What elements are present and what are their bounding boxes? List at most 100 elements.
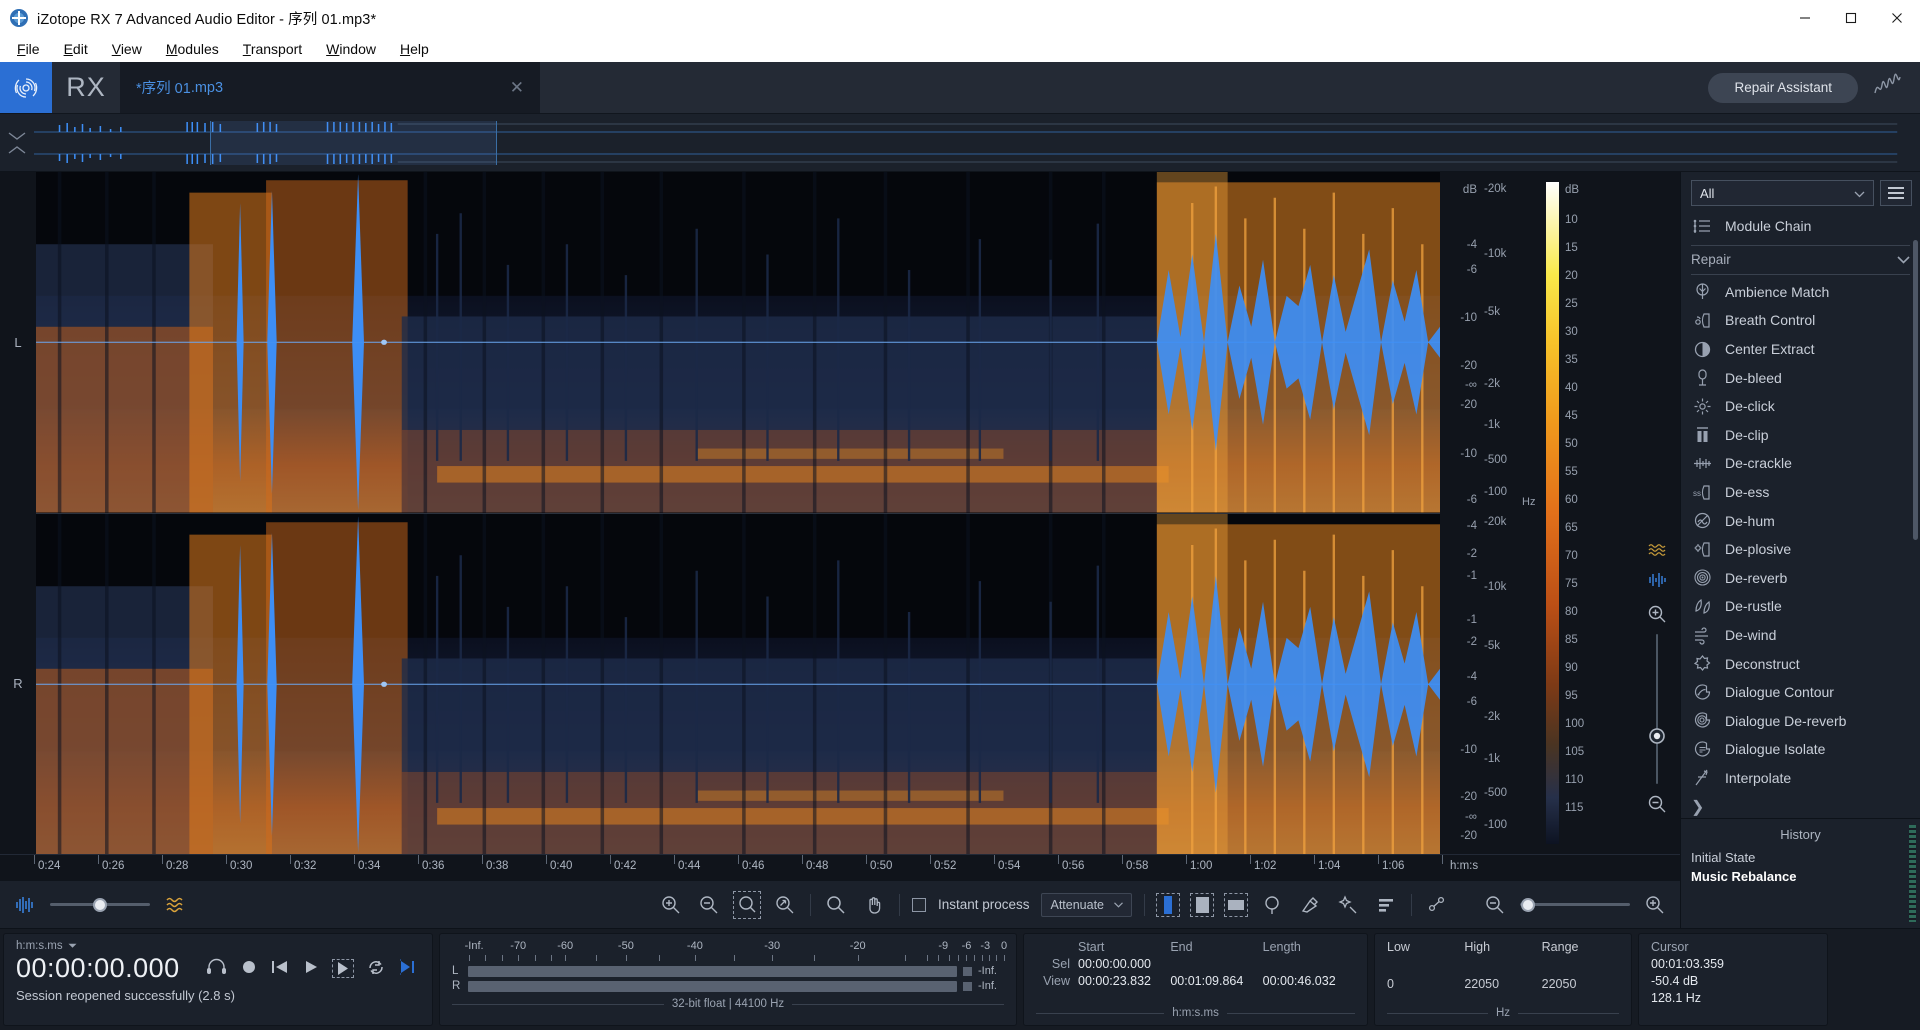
- sidebar-item-dialogue-de-reverb[interactable]: Dialogue De-reverb: [1691, 707, 1920, 736]
- record-button[interactable]: [241, 959, 257, 978]
- blend-slider-knob[interactable]: [93, 897, 107, 912]
- brush-selection-tool-icon[interactable]: [1297, 892, 1323, 918]
- sidebar-item-de-hum[interactable]: De-hum: [1691, 506, 1920, 535]
- waveform-view-icon[interactable]: [1647, 572, 1667, 591]
- selection-length[interactable]: [1263, 957, 1355, 971]
- spectrogram-right[interactable]: [36, 512, 1440, 854]
- menu-window[interactable]: Window: [315, 39, 387, 59]
- spectrogram-left[interactable]: [36, 172, 1440, 513]
- playhead-time[interactable]: 00:00:00.000: [16, 953, 180, 984]
- pen-tool-icon[interactable]: [1424, 892, 1450, 918]
- selection-start[interactable]: 00:00:00.000: [1078, 957, 1170, 971]
- collapse-overview-button[interactable]: [0, 131, 34, 154]
- time-ruler[interactable]: 0:24 0:26 0:28 0:30 0:32 0:34 0:36 0:38 …: [0, 854, 1680, 880]
- process-mode-dropdown[interactable]: Attenuate: [1041, 892, 1132, 917]
- menu-view[interactable]: View: [101, 39, 153, 59]
- assistant-squiggle-icon[interactable]: [1872, 73, 1906, 102]
- overview-strip[interactable]: [0, 114, 1920, 172]
- freq-high[interactable]: 22050: [1464, 977, 1541, 991]
- sidebar-item-deconstruct[interactable]: Deconstruct: [1691, 649, 1920, 678]
- sidebar-item-de-bleed[interactable]: De-bleed: [1691, 363, 1920, 392]
- document-tab[interactable]: *序列 01 .mp3 ✕: [120, 62, 540, 113]
- magic-wand-tool-icon[interactable]: [1335, 892, 1361, 918]
- sidebar-scrollbar[interactable]: [1913, 240, 1918, 540]
- vertical-zoom-slider-knob[interactable]: [1648, 727, 1666, 748]
- repair-assistant-button[interactable]: Repair Assistant: [1708, 72, 1858, 103]
- loop-button[interactable]: [367, 959, 385, 979]
- horizontal-zoom-out-icon[interactable]: [1482, 892, 1508, 918]
- horizontal-zoom-slider[interactable]: [1520, 897, 1630, 912]
- sidebar-item-de-plosive[interactable]: De-plosive: [1691, 535, 1920, 564]
- view-start[interactable]: 00:00:23.832: [1078, 974, 1170, 988]
- sidebar-item-breath-control[interactable]: Breath Control: [1691, 306, 1920, 335]
- module-group-repair[interactable]: Repair: [1691, 244, 1910, 275]
- sidebar-item-interpolate[interactable]: Interpolate: [1691, 764, 1920, 793]
- horizontal-zoom-slider-knob[interactable]: [1521, 897, 1535, 912]
- rewind-to-start-button[interactable]: [271, 959, 289, 978]
- menu-edit[interactable]: Edit: [53, 39, 99, 59]
- overview-selection-range[interactable]: [210, 120, 498, 165]
- sidebar-item-de-click[interactable]: De-click: [1691, 392, 1920, 421]
- play-button[interactable]: [303, 959, 319, 978]
- zoom-to-selection-icon[interactable]: [732, 890, 761, 919]
- sidebar-item-de-crackle[interactable]: De-crackle: [1691, 449, 1920, 478]
- sidebar-item-de-clip[interactable]: De-clip: [1691, 421, 1920, 450]
- level-selection-tool-icon[interactable]: [1373, 892, 1399, 918]
- blend-slider[interactable]: [50, 897, 150, 912]
- play-selection-button[interactable]: [331, 959, 354, 978]
- horizontal-zoom-in-icon[interactable]: [1642, 892, 1668, 918]
- hand-tool-icon[interactable]: [861, 892, 887, 918]
- close-button[interactable]: [1874, 0, 1920, 36]
- minimize-button[interactable]: [1782, 0, 1828, 36]
- zoom-out-vertical-icon[interactable]: [1647, 794, 1667, 817]
- waveform-icon[interactable]: [12, 892, 38, 918]
- magnifier-tool-icon[interactable]: [823, 892, 849, 918]
- frequency-selection-tool-icon[interactable]: [1224, 892, 1248, 917]
- view-length[interactable]: 00:00:46.032: [1263, 974, 1355, 988]
- menu-modules[interactable]: Modules: [155, 39, 230, 59]
- overview-waveform[interactable]: [34, 120, 1910, 165]
- spectrogram-icon[interactable]: [162, 892, 188, 918]
- sidebar-item-dialogue-isolate[interactable]: Dialogue Isolate: [1691, 735, 1920, 764]
- freq-low[interactable]: 0: [1387, 977, 1464, 991]
- sidebar-item-de-reverb[interactable]: De-reverb: [1691, 564, 1920, 593]
- rect-selection-tool-icon[interactable]: [1190, 892, 1214, 917]
- view-end[interactable]: 00:01:09.864: [1170, 974, 1262, 988]
- clip-indicator-left[interactable]: [963, 966, 972, 976]
- freq-range[interactable]: 22050: [1542, 977, 1619, 991]
- zoom-in-vertical-icon[interactable]: [1647, 604, 1667, 627]
- hamburger-icon[interactable]: [1880, 180, 1912, 206]
- instant-process-checkbox[interactable]: [911, 897, 926, 912]
- meter-scale-tick: -Inf.: [464, 940, 484, 952]
- sidebar-item-dialogue-contour[interactable]: Dialogue Contour: [1691, 678, 1920, 707]
- sidebar-item-module-chain[interactable]: Module Chain: [1691, 212, 1920, 241]
- spectrogram-stack[interactable]: [36, 172, 1440, 854]
- lasso-selection-tool-icon[interactable]: [1259, 892, 1285, 918]
- zoom-out-icon[interactable]: [696, 892, 722, 918]
- history-item[interactable]: Initial State: [1691, 848, 1910, 867]
- menu-file[interactable]: File: [6, 39, 51, 59]
- module-filter-select[interactable]: All: [1691, 180, 1874, 206]
- zoom-fit-icon[interactable]: [772, 892, 798, 918]
- menu-transport[interactable]: Transport: [232, 39, 313, 59]
- clip-indicator-right[interactable]: [963, 981, 972, 991]
- expand-more-modules-button[interactable]: ❯: [1691, 792, 1920, 818]
- sidebar-item-de-ess[interactable]: ss De-ess: [1691, 478, 1920, 507]
- menu-help[interactable]: Help: [389, 39, 440, 59]
- sidebar-item-de-rustle[interactable]: De-rustle: [1691, 592, 1920, 621]
- sidebar-item-center-extract[interactable]: Center Extract: [1691, 335, 1920, 364]
- vertical-zoom-slider-track[interactable]: [1656, 634, 1658, 784]
- spectrogram-view-icon[interactable]: [1647, 542, 1667, 561]
- zoom-in-icon[interactable]: [658, 892, 684, 918]
- sidebar-item-ambience-match[interactable]: Ambience Match: [1691, 278, 1920, 307]
- close-icon[interactable]: ✕: [510, 79, 524, 96]
- time-format-selector[interactable]: h:m:s.ms: [16, 940, 420, 952]
- sidebar-item-de-wind[interactable]: De-wind: [1691, 621, 1920, 650]
- maximize-button[interactable]: [1828, 0, 1874, 36]
- time-selection-tool-icon[interactable]: [1156, 892, 1180, 917]
- module-list[interactable]: Module Chain Repair Ambience Match Breat…: [1681, 212, 1920, 818]
- history-item-current[interactable]: Music Rebalance: [1691, 867, 1910, 886]
- monitor-button[interactable]: [206, 958, 227, 979]
- play-to-end-button[interactable]: [399, 959, 417, 978]
- selection-end[interactable]: [1170, 957, 1262, 971]
